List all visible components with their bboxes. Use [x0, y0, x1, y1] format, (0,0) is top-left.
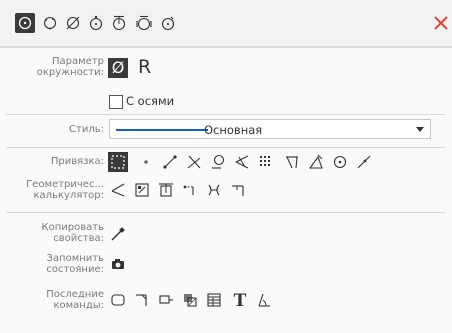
calc-perpendicular-icon[interactable]: [228, 180, 248, 200]
calc-angle-icon[interactable]: [108, 180, 128, 200]
circle-mode-toolbar: [0, 0, 452, 46]
camera-icon[interactable]: [108, 254, 128, 274]
with-axes-checkbox[interactable]: [109, 95, 123, 109]
chevron-down-icon: [416, 127, 424, 132]
circle-center-icon[interactable]: [15, 13, 35, 33]
close-icon[interactable]: [432, 13, 450, 33]
circle-parameter-label: Параметр окружности:: [36, 56, 104, 78]
text-icon[interactable]: T: [230, 290, 250, 310]
snap-triangle-icon[interactable]: [306, 152, 326, 172]
circle-arc-icon[interactable]: [158, 13, 178, 33]
style-label: Стиль:: [69, 124, 104, 135]
section-divider: [6, 114, 445, 115]
recent-commands-label: Последние команды:: [46, 289, 104, 311]
diameter-button[interactable]: Ø: [108, 58, 128, 78]
circle-three-points-icon[interactable]: [40, 13, 60, 33]
snap-angle-icon[interactable]: [232, 152, 252, 172]
circle-diameter-icon[interactable]: [86, 13, 106, 33]
snap-point-icon[interactable]: [136, 152, 156, 172]
snap-grid-icon[interactable]: [256, 152, 276, 172]
with-axes-label: С осями: [126, 94, 175, 108]
style-line-preview: [116, 129, 208, 131]
diameter-symbol: Ø: [111, 58, 125, 77]
hatch-icon[interactable]: [180, 290, 200, 310]
snap-intersection-icon[interactable]: [184, 152, 204, 172]
snap-endpoint-icon[interactable]: [160, 152, 180, 172]
snap-normal-icon[interactable]: [282, 152, 302, 172]
radius-button[interactable]: R: [138, 56, 151, 78]
corner-line-icon[interactable]: [132, 290, 152, 310]
circle-two-tangents-icon[interactable]: [109, 13, 129, 33]
section-divider: [6, 212, 445, 213]
snap-tangent-icon[interactable]: [208, 152, 228, 172]
geometry-calculator-label: Геометричес... калькулятор:: [26, 179, 104, 201]
circle-tangent-icon[interactable]: [63, 13, 83, 33]
dimension-angle-icon[interactable]: [254, 290, 274, 310]
calc-point-icon[interactable]: [180, 180, 200, 200]
circle-properties-panel: Параметр окружности: Ø R С осями Стиль: …: [0, 0, 452, 333]
snap-center-icon[interactable]: [330, 152, 350, 172]
copy-properties-label: Копировать свойства:: [41, 222, 104, 244]
rounded-rectangle-icon[interactable]: [108, 290, 128, 310]
svg-text:T: T: [234, 291, 247, 309]
calc-area-icon[interactable]: [132, 180, 152, 200]
table-icon[interactable]: [204, 290, 224, 310]
section-divider: [6, 147, 445, 148]
snap-nearest-icon[interactable]: [354, 152, 374, 172]
snap-label: Привязка:: [50, 156, 104, 167]
remember-state-label: Запомнить состояние:: [46, 253, 104, 275]
style-value: Основная: [204, 123, 263, 137]
eyedropper-icon[interactable]: [108, 224, 128, 244]
calc-object-icon[interactable]: [156, 180, 176, 200]
calc-curve-icon[interactable]: [204, 180, 224, 200]
circle-three-tangents-icon[interactable]: [134, 13, 154, 33]
style-select[interactable]: Основная: [109, 119, 431, 139]
snap-frame-icon[interactable]: [108, 152, 128, 172]
polyline-icon[interactable]: [156, 290, 176, 310]
